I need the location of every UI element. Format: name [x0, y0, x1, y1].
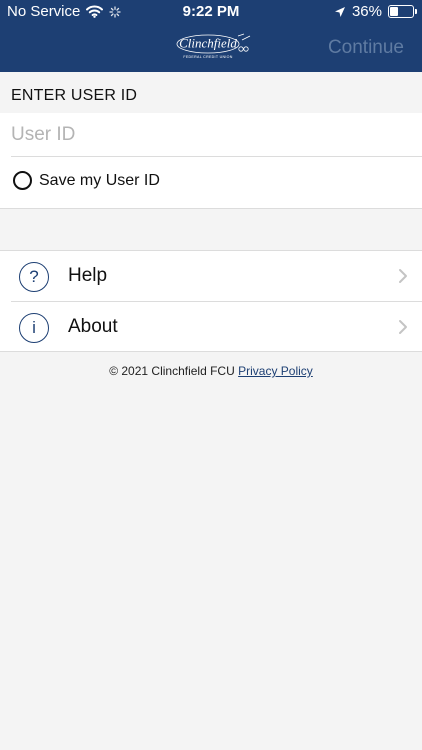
battery-percent: 36%	[351, 3, 382, 20]
location-arrow-icon	[334, 6, 345, 17]
section-label: ENTER USER ID	[11, 87, 138, 104]
userid-input[interactable]	[11, 121, 411, 149]
loading-spinner-icon	[109, 5, 122, 18]
logo-subtext: FEDERAL CREDIT UNION	[183, 55, 232, 59]
radio-circle-icon[interactable]	[13, 171, 32, 190]
wifi-icon	[86, 5, 104, 18]
clinchfield-logo: Clinchfield FEDERAL CREDIT UNION	[176, 33, 251, 59]
battery-icon	[388, 5, 417, 18]
continue-button[interactable]: Continue	[328, 37, 404, 59]
save-userid-toggle[interactable]: Save my User ID	[13, 171, 160, 190]
chevron-right-icon	[399, 269, 407, 283]
info-glyph: i	[32, 318, 36, 337]
input-divider	[11, 156, 422, 157]
question-icon: ?	[19, 262, 49, 292]
status-left: No Service	[7, 3, 122, 20]
copyright-text: © 2021 Clinchfield FCU	[109, 364, 235, 378]
app-header: No Service 9:22 PM 36% Clinchfield FEDER…	[0, 0, 422, 72]
logo-wordmark: Clinchfield	[179, 36, 237, 51]
status-bar: No Service 9:22 PM 36%	[0, 0, 422, 24]
status-time: 9:22 PM	[182, 3, 240, 20]
menu-list: ? Help i About	[0, 250, 422, 352]
status-right: 36%	[334, 3, 417, 20]
menu-item-about-label: About	[68, 316, 118, 337]
menu-item-help[interactable]: ? Help	[0, 251, 422, 301]
question-glyph: ?	[29, 267, 39, 286]
menu-item-help-label: Help	[68, 265, 108, 286]
footer: © 2021 Clinchfield FCU Privacy Policy	[0, 364, 422, 378]
battery-level	[390, 7, 398, 16]
carrier-label: No Service	[7, 3, 81, 20]
info-icon: i	[19, 313, 49, 343]
userid-form: Save my User ID	[0, 113, 422, 209]
chevron-right-icon	[399, 320, 407, 334]
save-userid-label: Save my User ID	[39, 171, 160, 189]
privacy-policy-link[interactable]: Privacy Policy	[238, 364, 313, 378]
menu-item-about[interactable]: i About	[0, 302, 422, 352]
